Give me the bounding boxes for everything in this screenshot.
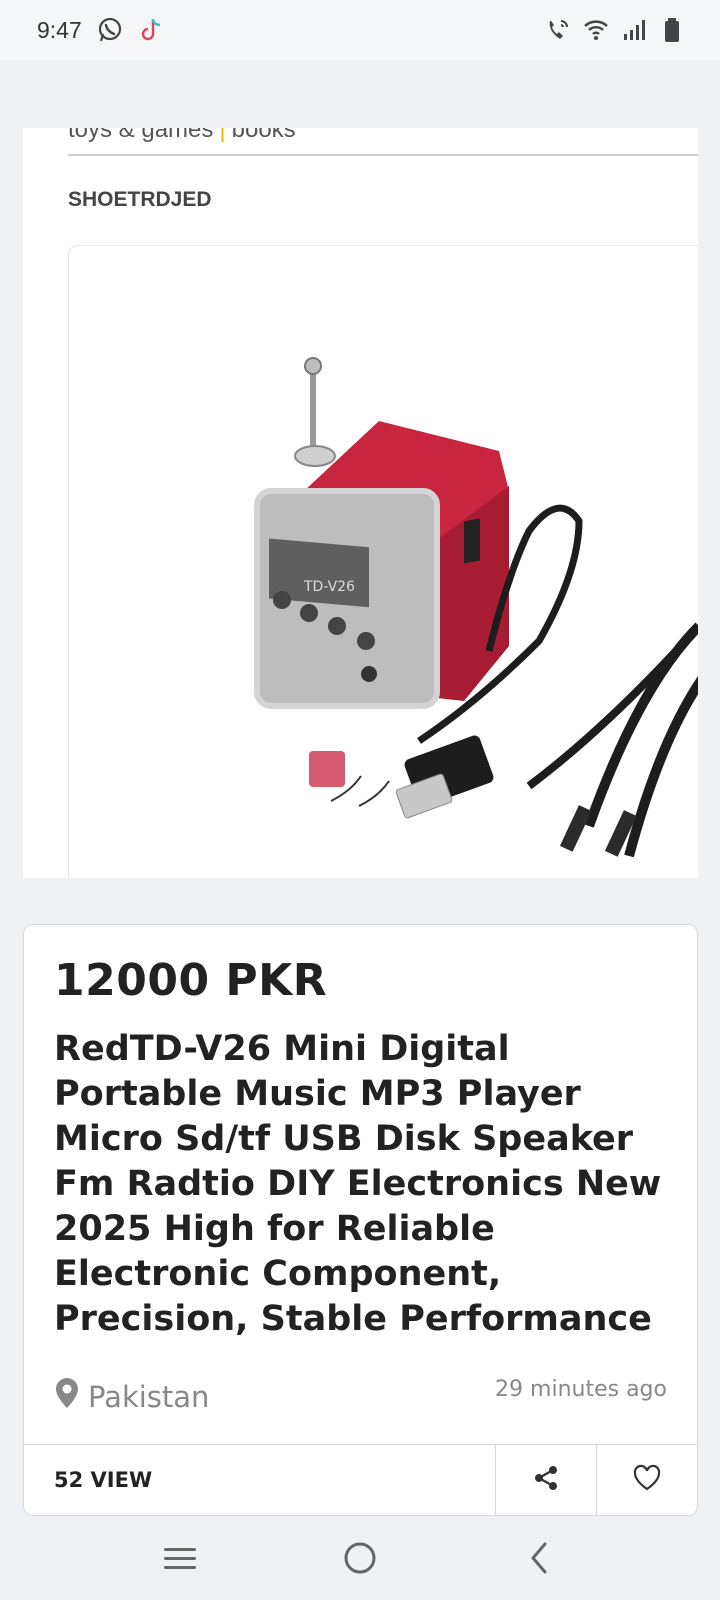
home-button[interactable] bbox=[330, 1530, 390, 1590]
category-link-left[interactable]: toys & games bbox=[68, 128, 213, 143]
model-label: TD-V26 bbox=[303, 579, 355, 595]
speaker-product-photo: TD-V26 bbox=[254, 357, 698, 858]
home-icon bbox=[343, 1541, 377, 1579]
share-button[interactable] bbox=[495, 1445, 596, 1515]
wifi-icon bbox=[582, 16, 610, 44]
price: 12000 PKR bbox=[54, 955, 328, 1006]
location-pin-icon bbox=[54, 1377, 80, 1416]
status-right bbox=[544, 16, 686, 44]
share-icon bbox=[531, 1463, 561, 1497]
signal-icon bbox=[620, 16, 648, 44]
category-separator: | bbox=[219, 128, 226, 143]
back-icon bbox=[525, 1541, 555, 1579]
status-bar: 9:47 bbox=[0, 0, 720, 60]
view-count: 52 VIEW bbox=[54, 1468, 153, 1492]
product-photo-frame[interactable]: TD-V26 bbox=[68, 245, 698, 878]
favorite-button[interactable] bbox=[596, 1445, 697, 1515]
product-image-panel: toys & games | books SHOETRDJED TD-V26 bbox=[23, 128, 698, 878]
menu-icon bbox=[163, 1543, 197, 1577]
listing-info-card: 12000 PKR RedTD-V26 Mini Digital Portabl… bbox=[23, 924, 698, 1516]
wifi-calling-icon bbox=[544, 16, 572, 44]
thumbnail-speaker bbox=[309, 751, 345, 787]
status-time: 9:47 bbox=[37, 16, 82, 43]
posted-time: 29 minutes ago bbox=[495, 1377, 667, 1402]
status-left: 9:47 bbox=[37, 16, 166, 44]
category-link-right[interactable]: books bbox=[232, 128, 296, 143]
whatsapp-icon bbox=[96, 16, 124, 44]
tiktok-icon bbox=[138, 16, 166, 44]
card-footer: 52 VIEW bbox=[24, 1444, 697, 1515]
category-breadcrumb: toys & games | books bbox=[68, 128, 698, 156]
location-text: Pakistan bbox=[88, 1379, 210, 1414]
location: Pakistan bbox=[54, 1377, 209, 1416]
system-nav-bar bbox=[0, 1520, 720, 1600]
listing-title: RedTD-V26 Mini Digital Portable Music MP… bbox=[54, 1029, 662, 1339]
heart-icon bbox=[632, 1463, 662, 1497]
recent-apps-button[interactable] bbox=[150, 1530, 210, 1590]
antenna bbox=[310, 364, 316, 454]
battery-icon bbox=[658, 16, 686, 44]
back-button[interactable] bbox=[510, 1530, 570, 1590]
brand-name: SHOETRDJED bbox=[68, 188, 212, 211]
